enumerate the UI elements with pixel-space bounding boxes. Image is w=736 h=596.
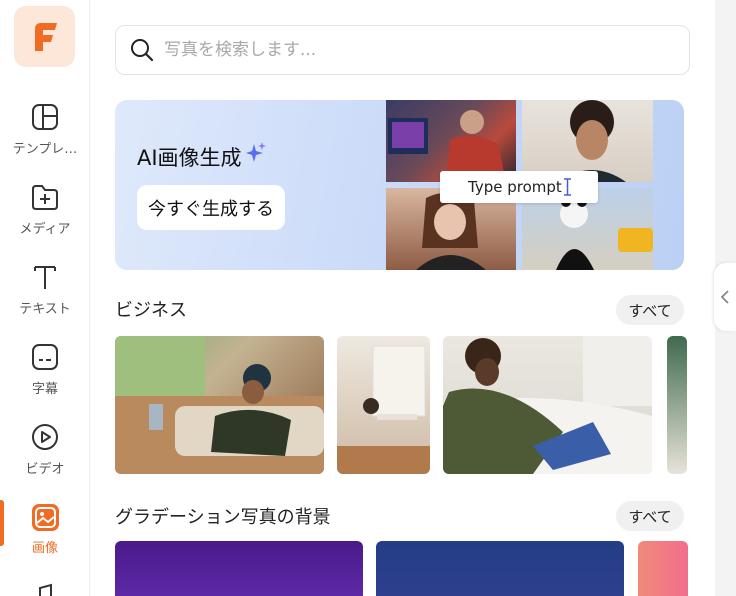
music-note-icon (30, 582, 60, 596)
text-cursor-icon (564, 178, 571, 196)
generate-now-button[interactable]: 今すぐ生成する (137, 185, 285, 230)
business-photo-laptop-sofa[interactable] (115, 336, 324, 474)
sidebar-item-images[interactable]: 画像 (0, 500, 90, 568)
search-input[interactable] (164, 40, 664, 60)
banner-title: AI画像生成 (137, 142, 267, 172)
ai-image-generation-banner[interactable]: AI画像生成 今すぐ生成する Type prompt (115, 100, 684, 270)
prompt-preview: Type prompt (440, 171, 598, 203)
sample-image-portrait-man (522, 100, 653, 182)
media-folder-icon (30, 182, 60, 212)
text-icon (30, 262, 60, 292)
see-all-business-button[interactable]: すべて (616, 295, 684, 325)
sidebar-item-label: テンプレ… (12, 142, 78, 157)
sidebar-item-label: ビデオ (25, 462, 65, 477)
sidebar-item-label: メディア (19, 222, 71, 237)
image-icon (31, 504, 59, 531)
sidebar-item-audio[interactable] (0, 578, 90, 596)
sidebar-item-label: 字幕 (31, 382, 58, 397)
see-all-gradient-button[interactable]: すべて (616, 501, 684, 531)
collapse-panel-button[interactable] (714, 263, 736, 331)
gradient-thumb-pink[interactable] (638, 541, 688, 596)
sidebar-item-templates[interactable]: テンプレ… (0, 98, 90, 166)
section-title-business: ビジネス (115, 300, 187, 321)
business-photo-tablet-bed[interactable] (443, 336, 652, 474)
gradient-thumb-purple[interactable] (115, 541, 363, 596)
chevron-left-icon (720, 290, 729, 304)
main-panel: AI画像生成 今すぐ生成する Type prompt (91, 0, 715, 596)
app-window: テンプレ… メディア テキスト 字幕 ビデオ 画像 写真を検索します... AI… (0, 0, 736, 596)
business-photo-home-office[interactable] (337, 336, 430, 474)
search-icon (131, 39, 154, 62)
sample-image-gamer (386, 100, 516, 182)
search-bar[interactable] (115, 25, 690, 75)
gradient-thumb-blue[interactable] (376, 541, 624, 596)
logo-icon (34, 22, 57, 51)
sidebar-item-label: テキスト (19, 302, 71, 317)
video-play-icon (30, 422, 60, 452)
sidebar-item-media[interactable]: メディア (0, 178, 90, 246)
template-icon (30, 102, 60, 132)
business-photo-partial[interactable] (667, 336, 687, 474)
sparkle-icon (246, 142, 267, 162)
sidebar-item-video[interactable]: ビデオ (0, 418, 90, 486)
left-sidebar: テンプレ… メディア テキスト 字幕 ビデオ 画像 (0, 0, 90, 596)
subtitle-icon (30, 342, 60, 372)
section-title-gradient-backgrounds: グラデーション写真の背景 (115, 507, 331, 528)
app-logo[interactable] (14, 6, 75, 67)
sidebar-item-text[interactable]: テキスト (0, 258, 90, 326)
sidebar-item-label: 画像 (31, 541, 58, 556)
sidebar-item-subtitles[interactable]: 字幕 (0, 338, 90, 406)
